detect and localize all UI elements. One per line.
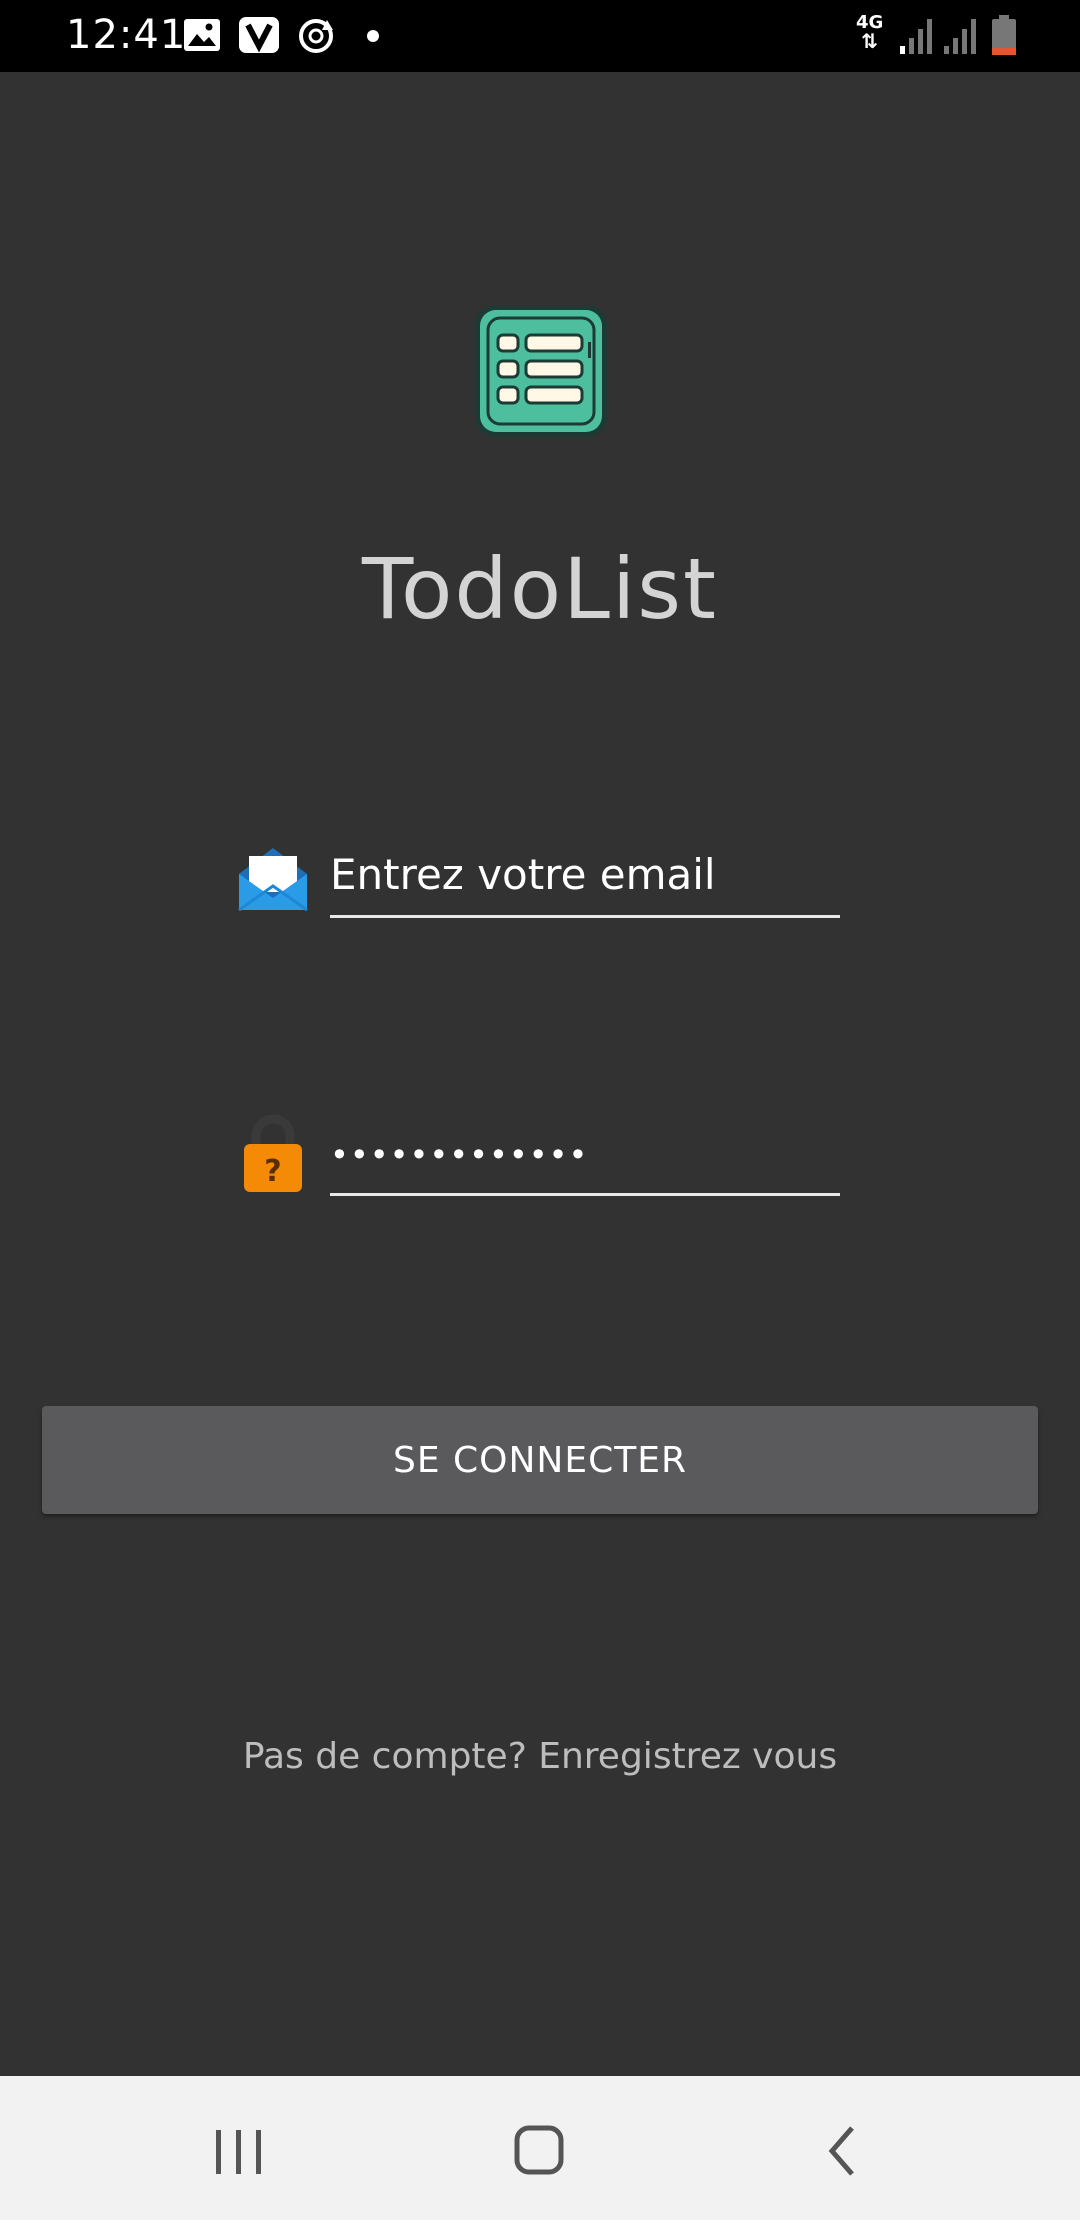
status-bar: 12:41 4G ⇅ xyxy=(0,0,1080,72)
password-input[interactable]: ••••••••••••• xyxy=(330,1120,840,1196)
home-icon[interactable] xyxy=(500,2116,580,2186)
login-button-label: SE CONNECTER xyxy=(392,1439,687,1481)
svg-text:?: ? xyxy=(264,1154,281,1189)
signal-icon xyxy=(942,16,978,60)
gallery-icon xyxy=(183,18,221,56)
envelope-icon xyxy=(235,842,311,918)
navigation-bar xyxy=(0,2076,1080,2220)
v-app-icon xyxy=(238,16,280,58)
lock-icon: ? xyxy=(240,1114,306,1198)
register-link[interactable]: Pas de compte? Enregistrez vous xyxy=(0,1736,1080,1777)
status-time: 12:41 xyxy=(66,12,187,58)
notification-dot xyxy=(367,30,379,42)
app-title: TodoList xyxy=(362,540,718,638)
app-logo xyxy=(472,302,610,440)
email-input[interactable]: Entrez votre email xyxy=(330,840,840,918)
back-icon[interactable] xyxy=(802,2116,882,2186)
network-4g-icon: 4G ⇅ xyxy=(856,12,884,53)
list-logo-icon xyxy=(475,305,607,437)
battery-icon xyxy=(990,14,1018,60)
signal-icon xyxy=(898,16,934,60)
login-button[interactable]: SE CONNECTER xyxy=(42,1406,1038,1514)
recents-icon[interactable] xyxy=(198,2116,278,2186)
sync-icon xyxy=(296,16,336,60)
